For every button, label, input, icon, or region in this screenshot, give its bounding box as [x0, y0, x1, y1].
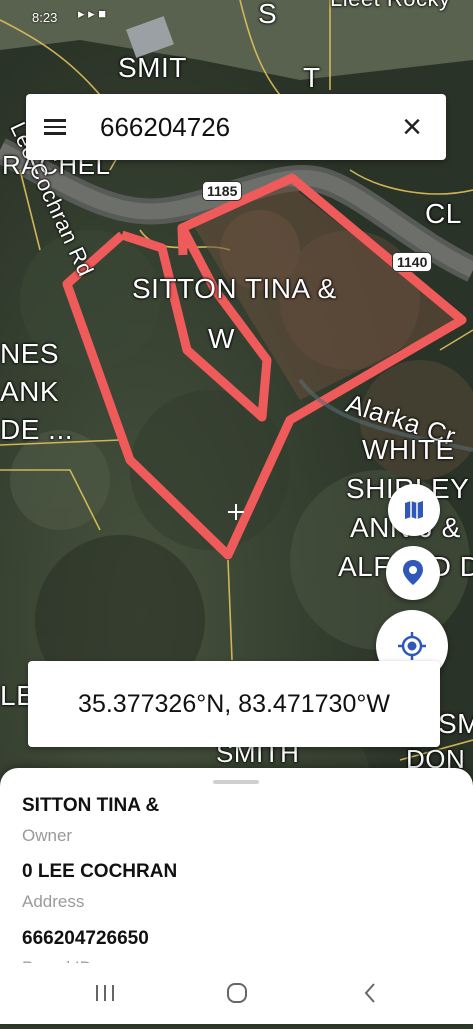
- system-nav-bar: [0, 963, 473, 1024]
- parcel-id-value: 666204726650: [22, 928, 149, 949]
- map-label-cl: CL: [425, 198, 462, 229]
- back-icon[interactable]: [350, 977, 390, 1009]
- search-bar[interactable]: 666204726 ×: [26, 94, 446, 160]
- close-icon[interactable]: ×: [390, 105, 434, 149]
- map-label-s: S: [258, 0, 278, 29]
- parcel-label-line1: SITTON TINA &: [132, 273, 337, 304]
- sheet-drag-handle[interactable]: [213, 780, 259, 784]
- map-label-smit: SMIT: [118, 52, 187, 83]
- map-label-sm: SM: [438, 708, 473, 739]
- parcel-label-line2: W: [208, 323, 235, 354]
- road-shield-1185: 1185: [202, 181, 243, 201]
- location-pin-icon: [403, 560, 423, 585]
- drop-pin-button[interactable]: [386, 546, 440, 600]
- my-location-icon: [398, 632, 426, 660]
- map-label-de: DE ...: [0, 414, 74, 445]
- road-shield-1140: 1140: [392, 252, 433, 272]
- map-label-white: WHITE: [362, 434, 455, 465]
- owner-value: SITTON TINA &: [22, 795, 160, 816]
- address-value: 0 LEE COCHRAN: [22, 861, 178, 882]
- home-icon[interactable]: [217, 977, 257, 1009]
- map-label-nes: NES: [0, 338, 60, 369]
- status-icons: ▸ ▸ ■: [78, 6, 107, 21]
- address-label: Address: [22, 892, 85, 911]
- menu-icon[interactable]: [44, 113, 72, 141]
- map-icon: [405, 501, 423, 519]
- recent-apps-icon[interactable]: [85, 977, 125, 1009]
- map-layers-button[interactable]: [388, 484, 440, 536]
- map-label-ank: ANK: [0, 376, 60, 407]
- coordinates-readout: 35.377326°N, 83.471730°W: [28, 661, 440, 747]
- status-time: 8:23: [32, 10, 58, 25]
- search-input[interactable]: 666204726: [100, 112, 390, 143]
- coordinates-text: 35.377326°N, 83.471730°W: [78, 689, 390, 718]
- map-label-t: T: [303, 62, 321, 93]
- owner-label: Owner: [22, 826, 73, 845]
- map-label-top-right: Lleet Rocky: [330, 0, 450, 12]
